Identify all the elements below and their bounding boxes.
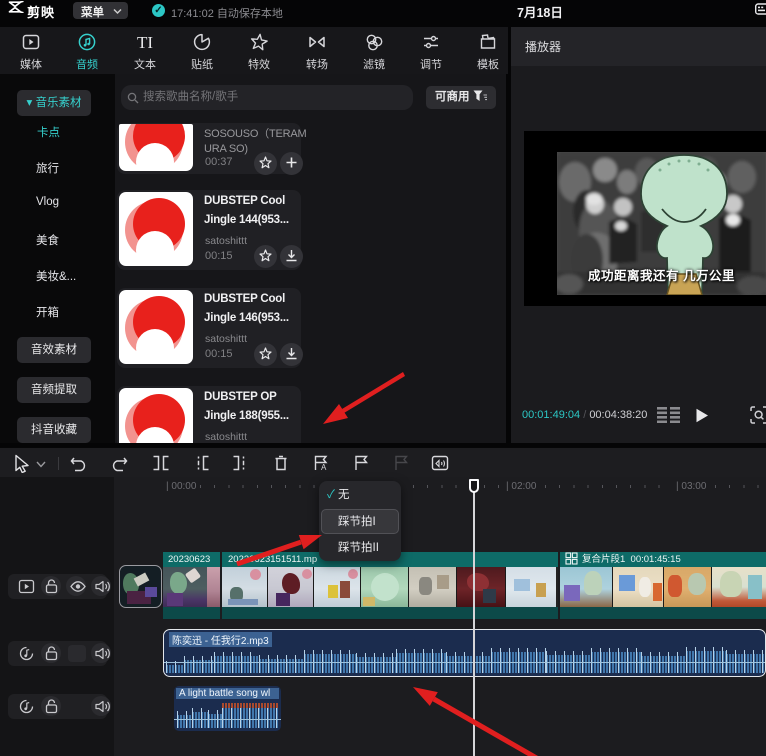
svg-text:A: A [321,463,327,472]
